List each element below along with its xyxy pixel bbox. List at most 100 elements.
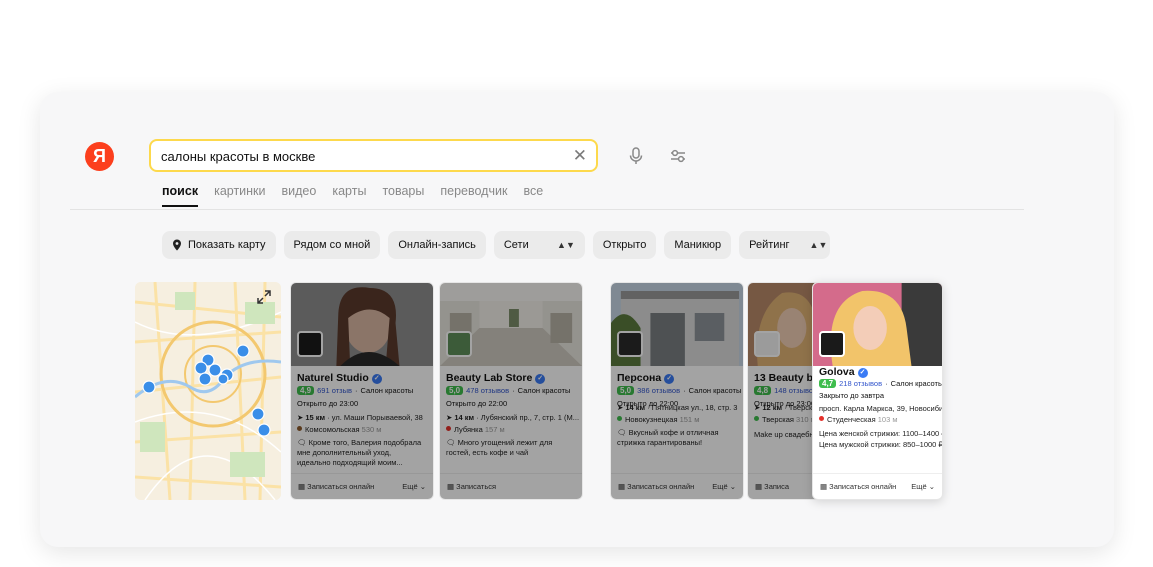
rating-row: 5,0 478 отзывов · Салон красоты [446, 386, 570, 395]
rating-row: 4,8 148 отзывов [754, 386, 817, 395]
metro-icon [819, 416, 824, 421]
chip-label: Открыто [602, 239, 647, 251]
category: Салон красоты [517, 386, 571, 395]
book-online-button[interactable]: ▦ Записаться онлайн [820, 482, 896, 491]
more-button[interactable]: Ещё ⌄ [911, 482, 935, 491]
salon-logo [617, 331, 643, 357]
tab-images[interactable]: картинки [214, 184, 265, 207]
review-snippet: 🗨 Вкусный кофе и отличная стрижка гарант… [617, 428, 719, 447]
card-footer: ▦ Записаться [440, 473, 582, 499]
rating-row: 4,9 691 отзыв · Салон красоты [297, 386, 413, 395]
chip-label: Сети [503, 239, 529, 251]
comment-icon: 🗨 [446, 438, 458, 447]
reviews-link[interactable]: 218 отзывов [839, 379, 882, 388]
expand-icon[interactable] [256, 289, 272, 305]
salon-name[interactable]: Персона ✓ [617, 372, 675, 384]
yandex-logo[interactable]: Я [85, 142, 114, 171]
book-online-button[interactable]: ▦ Записа [755, 482, 789, 491]
tab-maps[interactable]: карты [332, 184, 366, 207]
tab-products[interactable]: товары [382, 184, 424, 207]
nearby-chip[interactable]: Рядом со мной [283, 231, 381, 259]
chip-label: Показать карту [188, 239, 266, 251]
opening-hours: Открыто до 23:00 [297, 399, 359, 408]
search-tabs: поиск картинки видео карты товары перево… [162, 184, 543, 207]
card-footer: ▦ Записа [748, 473, 821, 499]
rating-dropdown-chip[interactable]: Рейтинг ▲▼ [739, 231, 831, 259]
sort-arrows-icon: ▲▼ [809, 240, 828, 250]
price-line: Цена мужской стрижки: 850–1000 ₽ ... [819, 440, 943, 449]
verified-icon: ✓ [857, 368, 868, 378]
card-footer: ▦ Записаться онлайн Ещё ⌄ [611, 473, 743, 499]
chip-label: Рядом со мной [293, 239, 371, 251]
salon-logo [446, 331, 472, 357]
metro-icon [297, 426, 302, 431]
clear-icon[interactable]: ✕ [573, 147, 587, 165]
salon-name[interactable]: Beauty Lab Store ✓ [446, 372, 546, 384]
tab-translator[interactable]: переводчик [440, 184, 507, 207]
rating-row: 4,7 218 отзывов · Салон красоты [819, 379, 943, 388]
results-map[interactable] [135, 282, 281, 500]
rating-badge: 4,7 [819, 379, 837, 388]
search-input[interactable] [161, 147, 561, 165]
book-online-button[interactable]: ▦ Записаться онлайн [298, 482, 374, 491]
address-line: ➤ 14 км · Пятницкая ул., 18, стр. 3 [617, 403, 738, 412]
comment-icon: 🗨 [617, 428, 629, 437]
category: Салон красоты [890, 379, 943, 388]
book-online-button[interactable]: ▦ Записаться [447, 482, 496, 491]
metro-line: Комсомольская 530 м [297, 425, 381, 434]
map-graphic [135, 282, 281, 500]
result-card[interactable]: Naturel Studio ✓ 4,9 691 отзыв · Салон красо… [290, 282, 434, 500]
review-snippet: 🗨 Много угощений лежит для гостей, есть … [446, 438, 553, 457]
show-map-chip[interactable]: Показать карту [162, 231, 276, 259]
book-online-button[interactable]: ▦ Записаться онлайн [618, 482, 694, 491]
manicure-chip[interactable]: Маникюр [664, 231, 732, 259]
rating-badge: 4,8 [754, 386, 772, 395]
more-button[interactable]: Ещё ⌄ [402, 482, 426, 491]
salon-name[interactable]: Golova ✓ [819, 366, 868, 378]
reviews-link[interactable]: 386 отзывов [637, 386, 680, 395]
card-footer: ▦ Записаться онлайн Ещё ⌄ [813, 473, 942, 499]
metro-icon [446, 426, 451, 431]
verified-icon: ✓ [664, 374, 675, 384]
opening-hours: Открыто до 22:00 [446, 399, 508, 408]
address-line: ➤ 15 км · ул. Маши Порываевой, 38 [297, 413, 423, 422]
verified-icon: ✓ [535, 374, 546, 384]
tab-video[interactable]: видео [282, 184, 317, 207]
salon-logo [754, 331, 780, 357]
salon-name[interactable]: Naturel Studio ✓ [297, 372, 382, 384]
category: Салон красоты [360, 386, 414, 395]
reviews-link[interactable]: 478 отзывов [466, 386, 509, 395]
result-card[interactable]: Beauty Lab Store ✓ 5,0 478 отзывов · Салон к… [439, 282, 583, 500]
search-box: ✕ [149, 139, 598, 172]
online-booking-chip[interactable]: Онлайн-запись [388, 231, 486, 259]
tab-all[interactable]: все [523, 184, 543, 207]
rating-badge: 5,0 [617, 386, 635, 395]
location-pin-icon [173, 239, 181, 251]
settings-sliders-icon[interactable] [668, 146, 688, 166]
review-snippet: 🗨 Кроме того, Валерия подобрала мне допо… [297, 438, 422, 467]
result-card[interactable]: Персона ✓ 5,0 386 отзывов · Салон красоты От… [610, 282, 744, 500]
salon-logo [297, 331, 323, 357]
address-line: ➤ 12 км · Тверск [754, 403, 813, 412]
reviews-link[interactable]: 148 отзывов [774, 386, 817, 395]
result-card-highlighted[interactable]: Golova ✓ 4,7 218 отзывов · Салон красоты Зак… [812, 282, 943, 500]
chip-label: Рейтинг [749, 239, 790, 251]
tab-search[interactable]: поиск [162, 184, 199, 207]
more-button[interactable]: Ещё ⌄ [712, 482, 736, 491]
opening-hours: Закрыто до завтра [819, 391, 884, 400]
result-card[interactable]: 13 Beauty by 4,8 148 отзывов Открыто до 2… [747, 282, 822, 500]
microphone-icon[interactable] [626, 146, 646, 166]
metro-icon [754, 416, 759, 421]
metro-line: Лубянка 157 м [446, 425, 505, 434]
filter-chips: Показать карту Рядом со мной Онлайн-запи… [162, 231, 831, 259]
metro-line: Студенческая 103 м [819, 415, 898, 424]
card-footer: ▦ Записаться онлайн Ещё ⌄ [291, 473, 433, 499]
reviews-link[interactable]: 691 отзыв [317, 386, 352, 395]
rating-badge: 5,0 [446, 386, 464, 395]
open-now-chip[interactable]: Открыто [592, 231, 657, 259]
address-line: ➤ 14 км · Лубянский пр., 7, стр. 1 (М... [446, 413, 580, 422]
verified-icon: ✓ [371, 374, 382, 384]
chains-dropdown-chip[interactable]: Сети ▲▼ [493, 231, 585, 259]
metro-icon [617, 416, 622, 421]
chip-label: Онлайн-запись [398, 239, 476, 251]
